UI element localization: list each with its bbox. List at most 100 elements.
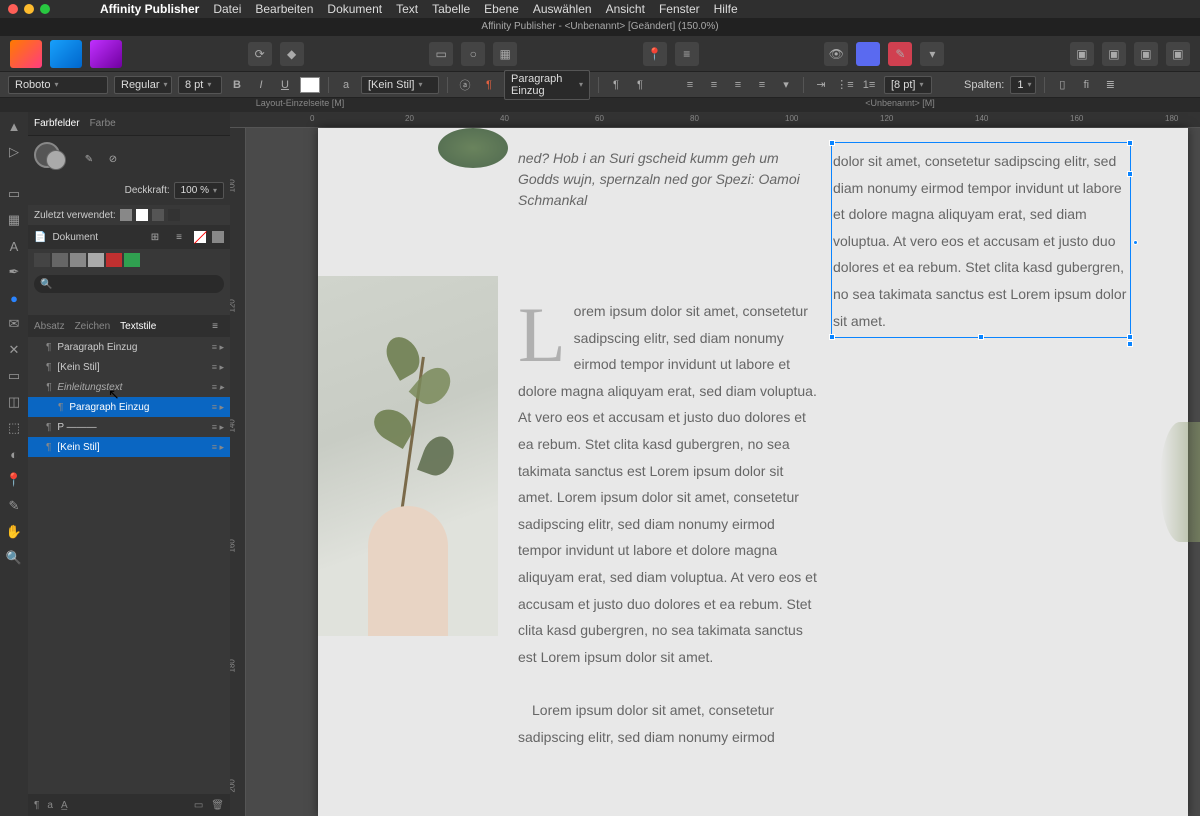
vector-crop-tool[interactable]: ⬚ (4, 418, 24, 438)
menu-text[interactable]: Text (396, 2, 418, 16)
style-item[interactable]: ¶P ———≡ ▸ (28, 417, 230, 437)
tab-farbfelder[interactable]: Farbfelder (34, 118, 80, 129)
eyedropper-tool[interactable]: ✎ (4, 496, 24, 516)
list-bullet[interactable]: ⋮≡ (836, 76, 854, 94)
menu-fenster[interactable]: Fenster (659, 2, 700, 16)
style-item[interactable]: ¶[Kein Stil]≡ ▸ (28, 357, 230, 377)
typography-icon[interactable]: fi (1077, 76, 1095, 94)
para-style-select[interactable]: Paragraph Einzug▾ (504, 70, 590, 100)
artistic-text-tool[interactable]: A (4, 236, 24, 256)
shape-tool[interactable]: ● (4, 288, 24, 308)
leading-select[interactable]: [8 pt]▾ (884, 76, 932, 94)
swatch-search[interactable]: 🔍 (34, 275, 224, 293)
style-item[interactable]: ¶Einleitungstext≡ ▸ (28, 377, 230, 397)
clip-icon[interactable]: ◆ (280, 42, 304, 66)
pin-icon[interactable]: 📍 (643, 42, 667, 66)
crop-tool[interactable]: ◫ (4, 392, 24, 412)
stroke-swatch[interactable]: ✎ (888, 42, 912, 66)
none-icon[interactable]: ⊘ (104, 150, 122, 168)
align-justify[interactable]: ≡ (753, 76, 771, 94)
swatch[interactable] (124, 253, 140, 267)
zoom-tool[interactable]: 🔍 (4, 548, 24, 568)
minimize-window[interactable] (24, 4, 34, 14)
italic-button[interactable]: I (252, 76, 270, 94)
menu-dokument[interactable]: Dokument (327, 2, 382, 16)
delete-icon[interactable]: 🗑 (211, 800, 224, 811)
circle-icon[interactable]: ○ (461, 42, 485, 66)
doc-label[interactable]: Dokument (52, 232, 98, 243)
recent-swatch[interactable] (136, 209, 148, 221)
image-tool[interactable]: ▭ (4, 366, 24, 386)
menu-datei[interactable]: Datei (213, 2, 241, 16)
new-char-style-icon[interactable]: a (47, 800, 53, 811)
lang-icon[interactable]: ⓐ (456, 76, 474, 94)
sync-icon[interactable]: ⟳ (248, 42, 272, 66)
list-indent[interactable]: ⇥ (812, 76, 830, 94)
recent-swatch[interactable] (120, 209, 132, 221)
swatch[interactable] (34, 253, 50, 267)
chevron-down-icon[interactable]: ▾ (920, 42, 944, 66)
align-center[interactable]: ≡ (705, 76, 723, 94)
grid-view-icon[interactable]: ⊞ (146, 228, 164, 246)
page[interactable]: ned? Hob i an Suri gscheid kumm geh um G… (318, 128, 1188, 816)
style-item[interactable]: ¶Paragraph Einzug≡ ▸ (28, 337, 230, 357)
recent-swatch[interactable] (152, 209, 164, 221)
underline-button[interactable]: U (276, 76, 294, 94)
close-window[interactable] (8, 4, 18, 14)
style-item[interactable]: ¶[Kein Stil]≡ ▸ (28, 437, 230, 457)
pin-tool[interactable]: 📍 (4, 470, 24, 490)
menu-bearbeiten[interactable]: Bearbeiten (255, 2, 313, 16)
reg-swatch[interactable] (212, 231, 224, 243)
duplicate-icon[interactable]: ▭ (194, 800, 203, 811)
canvas[interactable]: 020406080100120140160180200 100120140160… (230, 112, 1200, 816)
style-item[interactable]: ¶Paragraph Einzug≡ ▸ (28, 397, 230, 417)
persona-designer[interactable] (50, 40, 82, 68)
fill-swatch[interactable] (856, 42, 880, 66)
bold-button[interactable]: B (228, 76, 246, 94)
stroke-well[interactable] (46, 150, 66, 170)
new-para-style-icon[interactable]: ¶ (34, 800, 39, 811)
move-tool[interactable]: ▲ (4, 116, 24, 136)
tab-zeichen[interactable]: Zeichen (75, 321, 111, 332)
menu-tabelle[interactable]: Tabelle (432, 2, 470, 16)
menu-auswaehlen[interactable]: Auswählen (533, 2, 592, 16)
tab-absatz[interactable]: Absatz (34, 321, 65, 332)
grid-icon[interactable]: ▦ (493, 42, 517, 66)
char-style-select[interactable]: [Kein Stil]▾ (361, 76, 439, 94)
opacity-value[interactable]: 100 %▾ (174, 182, 224, 199)
baseline-grid-icon[interactable]: ≣ (1101, 76, 1119, 94)
swatch[interactable] (106, 253, 122, 267)
intro-text[interactable]: ned? Hob i an Suri gscheid kumm geh um G… (518, 148, 818, 211)
list-number[interactable]: 1≡ (860, 76, 878, 94)
align-right[interactable]: ≡ (729, 76, 747, 94)
placed-image[interactable] (318, 276, 498, 636)
new-group-style-icon[interactable]: A̲ (61, 800, 68, 811)
show-invisibles-icon[interactable]: ¶ (631, 76, 649, 94)
asset-tool[interactable]: ✕ (4, 340, 24, 360)
swatch[interactable] (88, 253, 104, 267)
tab-textstile[interactable]: Textstile (120, 321, 156, 332)
body-text-col1[interactable]: L orem ipsum dolor sit amet, consetetur … (518, 298, 818, 750)
body-text-col2[interactable]: dolor sit amet, consetetur sadipscing el… (833, 148, 1128, 334)
panel-menu-icon[interactable]: ≡ (206, 317, 224, 335)
doc-icon[interactable]: ▭ (429, 42, 453, 66)
font-family-select[interactable]: Roboto▾ (8, 76, 108, 94)
menu-ebene[interactable]: Ebene (484, 2, 519, 16)
persona-publisher[interactable] (10, 40, 42, 68)
menu-ansicht[interactable]: Ansicht (606, 2, 645, 16)
arrange-1[interactable]: ▣ (1070, 42, 1094, 66)
tab-farbe[interactable]: Farbe (90, 118, 116, 129)
arrange-3[interactable]: ▣ (1134, 42, 1158, 66)
arrange-4[interactable]: ▣ (1166, 42, 1190, 66)
envelope-tool[interactable]: ✉ (4, 314, 24, 334)
zoom-window[interactable] (40, 4, 50, 14)
text-frame-tool[interactable]: ▭ (4, 184, 24, 204)
list-view-icon[interactable]: ≡ (170, 228, 188, 246)
align-more[interactable]: ▾ (777, 76, 795, 94)
baseline-icon[interactable]: ≡ (675, 42, 699, 66)
arrange-2[interactable]: ▣ (1102, 42, 1126, 66)
pilcrow-icon[interactable]: ¶ (607, 76, 625, 94)
eyedropper-icon[interactable]: ✎ (80, 150, 98, 168)
none-swatch[interactable] (194, 231, 206, 243)
textframe-icon[interactable]: ▯ (1053, 76, 1071, 94)
